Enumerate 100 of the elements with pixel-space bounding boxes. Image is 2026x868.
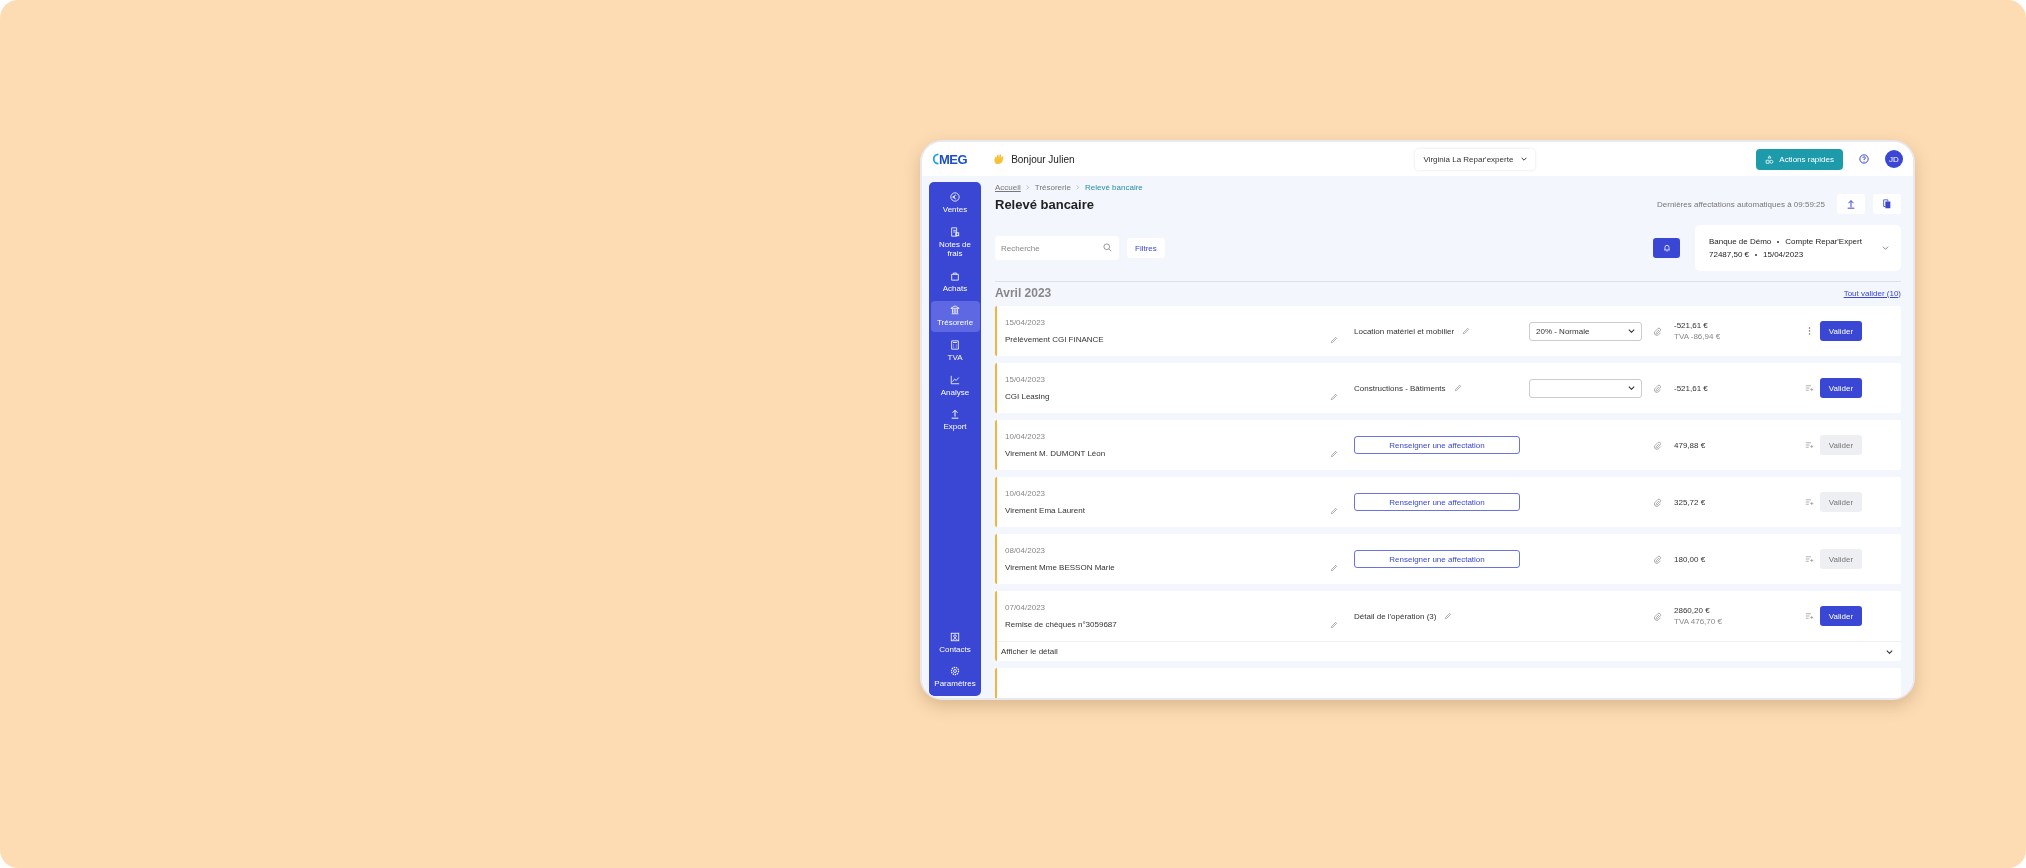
transaction-label: Virement Ema Laurent [1005, 506, 1085, 515]
paperclip-icon[interactable] [1652, 440, 1662, 450]
chevron-down-icon [1521, 157, 1528, 161]
paperclip-icon[interactable] [1652, 554, 1662, 564]
list-add-icon[interactable] [1804, 612, 1814, 620]
paperclip-icon[interactable] [1652, 383, 1662, 393]
filters-button[interactable]: Filtres [1127, 238, 1165, 258]
calculator-icon [950, 339, 960, 350]
transaction-date: 15/04/2023 [1005, 318, 1047, 327]
chevron-down-icon [1882, 246, 1889, 250]
company-selector[interactable]: Virginia La Repar'experte [1415, 148, 1536, 170]
greeting-text: Bonjour Julien [1011, 153, 1075, 165]
pencil-icon[interactable] [1330, 449, 1338, 458]
amount-text: 479,88 € [1674, 440, 1707, 450]
upload-icon [950, 409, 960, 420]
amount-text: -521,61 € [1674, 383, 1709, 393]
account-balance: 72487,50 € [1709, 250, 1750, 259]
notification-button[interactable] [1653, 238, 1680, 258]
sidebar-item[interactable]: Achats [930, 266, 980, 298]
sidebar-item[interactable]: Notes de frais [930, 222, 980, 263]
sidebar-item[interactable]: Analyse [930, 370, 980, 402]
bell-icon [1662, 244, 1671, 252]
pencil-icon[interactable] [1453, 384, 1462, 392]
transaction-date: 08/04/2023 [1005, 546, 1047, 555]
euro-icon [950, 192, 960, 202]
receipt-icon [950, 226, 960, 237]
validate-all-link[interactable]: Tout valider (10) [1843, 288, 1901, 298]
search-field[interactable]: Recherche [995, 236, 1119, 260]
amount-text: -521,61 € [1674, 321, 1709, 330]
pencil-icon[interactable] [1462, 327, 1471, 335]
vat-rate-select[interactable] [1529, 378, 1642, 398]
bank-icon [950, 305, 960, 316]
transaction-label: Virement Mme BESSON Marie [1005, 563, 1115, 572]
more-options-icon[interactable] [1807, 326, 1811, 336]
pencil-icon[interactable] [1330, 620, 1338, 629]
documents-icon [1882, 199, 1892, 209]
sidebar-item[interactable]: TVA [930, 335, 980, 367]
sidebar-item[interactable]: Ventes [930, 188, 980, 219]
chevron-down-icon [1628, 386, 1635, 390]
transaction-label: CGI Leasing [1005, 392, 1050, 401]
search-icon [1103, 243, 1112, 252]
paperclip-icon[interactable] [1652, 326, 1662, 336]
last-sync-text: Dernières affectations automatiques à 09:59:25 [1657, 199, 1825, 209]
bank-name: Banque de Démo [1709, 237, 1772, 246]
paperclip-icon[interactable] [1652, 497, 1662, 507]
breadcrumb-chevron-icon [1075, 185, 1080, 190]
user-avatar[interactable]: JD [1885, 150, 1903, 168]
category-text: Location matériel et mobilier [1354, 326, 1455, 336]
transaction-date: 10/04/2023 [1005, 432, 1047, 441]
transaction-label: Prélèvement CGI FINANCE [1005, 335, 1104, 344]
transaction-date: 15/04/2023 [1005, 375, 1047, 384]
show-detail-link[interactable]: Afficher le détail [1001, 647, 1058, 656]
contact-card-icon [950, 631, 960, 642]
shapes-icon [1765, 154, 1775, 164]
breadcrumb-link[interactable]: Accueil [995, 183, 1021, 192]
breadcrumb-chevron-icon [1025, 185, 1030, 190]
list-add-icon[interactable] [1804, 384, 1814, 392]
chart-icon [950, 374, 960, 385]
pencil-icon[interactable] [1330, 563, 1338, 572]
settings-icon [950, 666, 960, 677]
logo-text: MEG [939, 151, 968, 167]
balance-date: 15/04/2023 [1763, 250, 1804, 259]
transaction-date: 10/04/2023 [1005, 489, 1047, 498]
pencil-icon[interactable] [1444, 612, 1453, 620]
vat-amount-text: TVA -86,94 € [1674, 332, 1722, 341]
amount-text: 2860,20 € [1674, 606, 1711, 615]
validate-button[interactable]: Valider [1820, 321, 1862, 341]
upload-button[interactable] [1837, 194, 1865, 214]
category-text: Constructions - Bâtiments [1354, 383, 1446, 393]
amount-text: 325,72 € [1674, 497, 1707, 507]
account-name: Compte Repar'Expert [1785, 237, 1862, 246]
transaction-label: Remise de chèques n°3059687 [1005, 620, 1117, 629]
category-text: Détail de l'opération (3) [1354, 611, 1437, 621]
breadcrumb-link[interactable]: Trésorerie [1034, 183, 1071, 192]
documents-button[interactable] [1873, 194, 1901, 214]
sidebar-item[interactable]: Trésorerie [930, 301, 980, 332]
bag-icon [950, 270, 960, 281]
sidebar-item[interactable]: Contacts [930, 627, 980, 659]
chevron-down-icon[interactable] [1886, 649, 1893, 654]
month-heading: Avril 2023 [995, 286, 1052, 300]
logo-arc-icon [932, 151, 939, 167]
breadcrumb-link[interactable]: Relevé bancaire [1084, 183, 1143, 192]
pencil-icon[interactable] [1330, 392, 1338, 401]
upload-icon [1846, 199, 1856, 209]
chevron-down-icon [1628, 329, 1635, 333]
paperclip-icon[interactable] [1652, 611, 1662, 621]
pencil-icon[interactable] [1330, 335, 1338, 344]
transaction-date: 07/04/2023 [1005, 603, 1047, 612]
sidebar-item[interactable]: Paramètres [930, 662, 980, 693]
sidebar-item[interactable]: Export [930, 405, 980, 436]
validate-button[interactable]: Valider [1820, 378, 1862, 398]
vat-rate-select[interactable]: 20% - Normale [1529, 321, 1642, 341]
account-selector[interactable]: Banque de Démo Compte Repar'Expert 72487,50 € 15/04/2023 [1695, 225, 1901, 271]
waving-hand-icon [993, 153, 1006, 165]
validate-button[interactable]: Valider [1820, 606, 1862, 626]
page-title: Relevé bancaire [995, 196, 1095, 212]
help-icon [1859, 154, 1869, 164]
pencil-icon[interactable] [1330, 506, 1338, 515]
transaction-label: Virement M. DUMONT Léon [1005, 449, 1106, 458]
amount-text: 180,00 € [1674, 554, 1707, 564]
